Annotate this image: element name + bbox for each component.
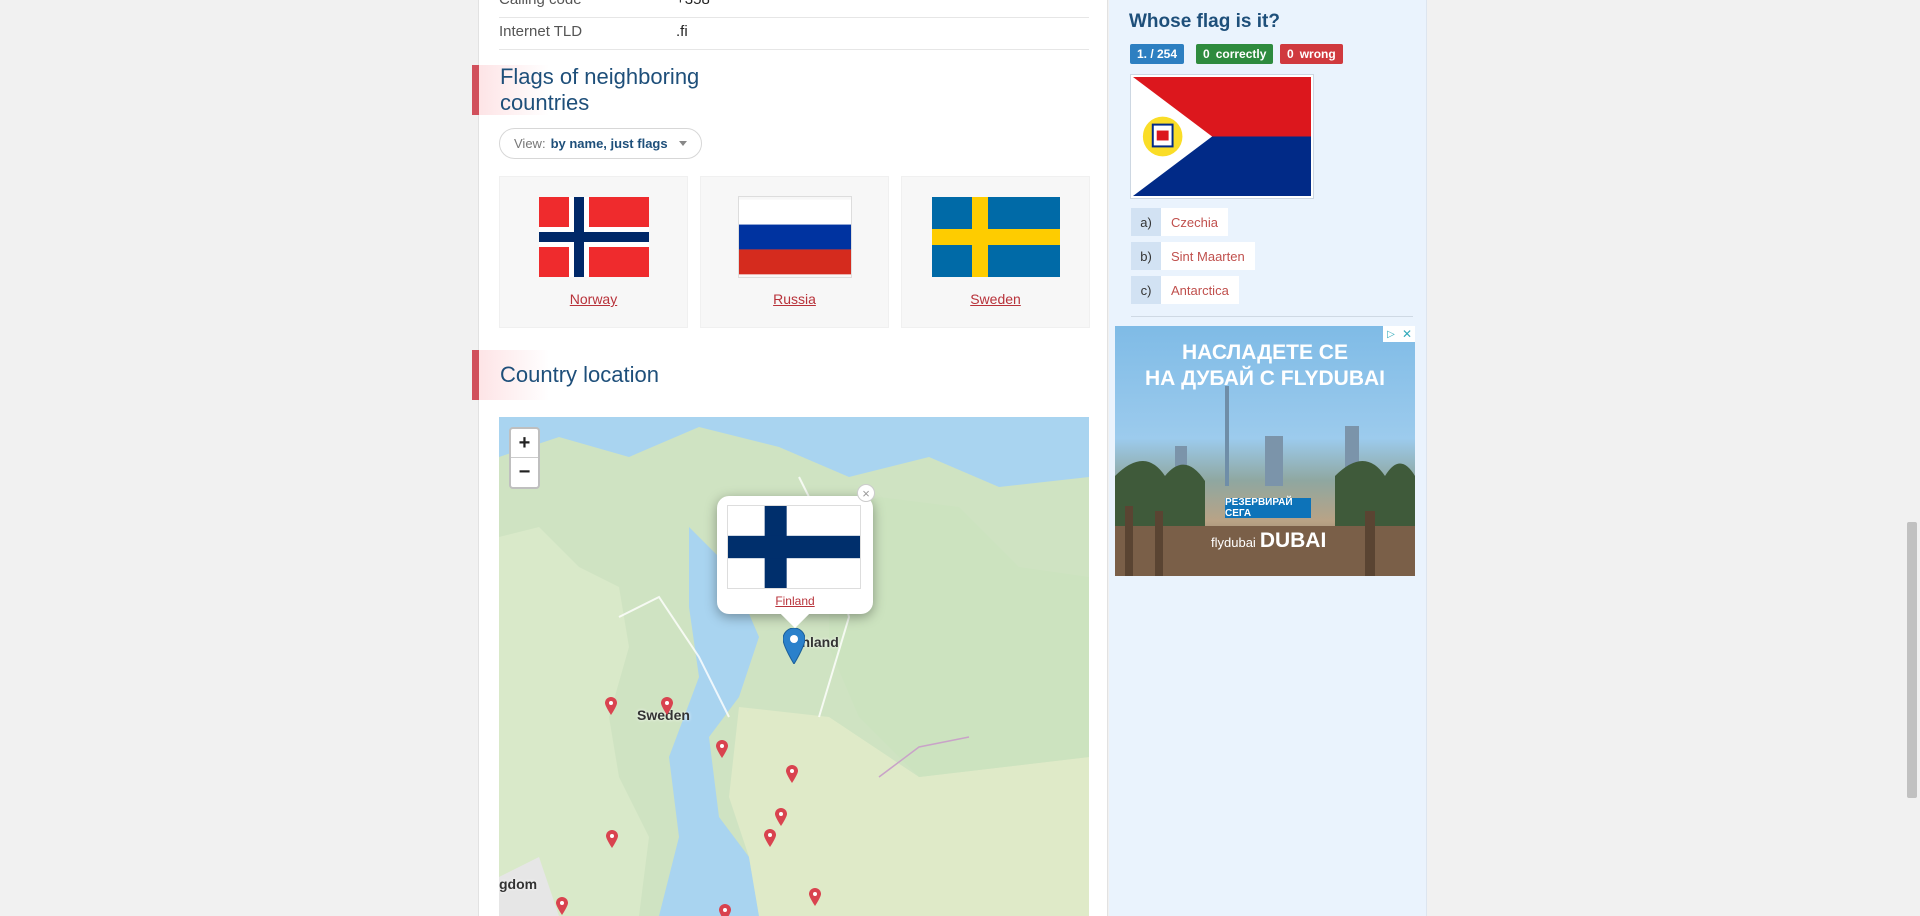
advertisement[interactable]: НАСЛАДЕТЕ СЕ НА ДУБАЙ С FLYDUBAI РЕЗЕРВИ… bbox=[1115, 326, 1415, 576]
map-marker-icon[interactable] bbox=[605, 697, 617, 715]
section-heading-location: Country location bbox=[472, 350, 792, 400]
ad-cta-button[interactable]: РЕЗЕРВИРАЙ СЕГА bbox=[1225, 497, 1311, 519]
neighbor-card-sweden[interactable]: Sweden bbox=[901, 176, 1090, 328]
progress-badge: 1. / 254 bbox=[1130, 44, 1185, 64]
divider bbox=[1131, 316, 1413, 317]
neighbor-card-norway[interactable]: Norway bbox=[499, 176, 688, 328]
adchoices-icon[interactable]: ▷ bbox=[1383, 326, 1399, 342]
section-title: Country location bbox=[500, 362, 659, 387]
zoom-in-button[interactable]: + bbox=[511, 429, 538, 458]
scrollbar-thumb[interactable] bbox=[1907, 522, 1917, 798]
section-accent bbox=[472, 65, 479, 115]
ad-close-icon[interactable]: ✕ bbox=[1399, 326, 1415, 342]
ad-headline: НАСЛАДЕТЕ СЕ НА ДУБАЙ С FLYDUBAI bbox=[1144, 341, 1386, 390]
view-label: View: bbox=[514, 136, 546, 151]
main-content: Calling code +358 Internet TLD .fi Flags… bbox=[472, 0, 1108, 916]
map-marker-icon[interactable] bbox=[661, 697, 673, 715]
map-marker-icon[interactable] bbox=[716, 740, 728, 758]
section-heading-neighbors: Flags of neighboring countries bbox=[472, 64, 792, 115]
popup-country-link[interactable]: Finland bbox=[717, 594, 873, 608]
quiz-sidebar: Whose flag is it? 1. / 254 0 correctly 0… bbox=[1109, 0, 1427, 916]
correct-badge: 0 correctly bbox=[1196, 44, 1274, 64]
selected-marker-icon[interactable] bbox=[783, 628, 805, 664]
country-map[interactable]: + − Finland Sweden gdom × Finland bbox=[499, 417, 1089, 916]
map-marker-icon[interactable] bbox=[775, 808, 787, 826]
info-label: Calling code bbox=[499, 0, 676, 8]
chevron-down-icon bbox=[678, 141, 687, 146]
section-accent bbox=[472, 350, 479, 400]
quiz-option-c[interactable]: c) Antarctica bbox=[1131, 276, 1239, 304]
map-popup: × Finland bbox=[717, 484, 875, 629]
ad-brand: flydubai DUBAI bbox=[1211, 529, 1327, 552]
zoom-out-button[interactable]: − bbox=[511, 458, 538, 487]
quiz-title: Whose flag is it? bbox=[1129, 11, 1280, 32]
flag-russia-icon bbox=[738, 196, 852, 278]
map-marker-icon[interactable] bbox=[556, 897, 568, 915]
info-value: +358 bbox=[676, 0, 710, 8]
map-marker-icon[interactable] bbox=[764, 829, 776, 847]
quiz-option-a[interactable]: a) Czechia bbox=[1131, 208, 1228, 236]
map-label-kingdom: gdom bbox=[499, 876, 538, 892]
section-title: Flags of neighboring countries bbox=[499, 64, 700, 115]
info-value: .fi bbox=[676, 23, 688, 40]
flag-norway-icon bbox=[539, 197, 649, 277]
map-tiles bbox=[499, 427, 1089, 916]
info-row-internet-tld: Internet TLD .fi bbox=[499, 14, 1089, 50]
flag-finland-icon bbox=[727, 505, 861, 589]
info-label: Internet TLD bbox=[499, 23, 583, 40]
neighbor-link[interactable]: Russia bbox=[701, 291, 888, 307]
neighbor-link[interactable]: Norway bbox=[500, 291, 687, 307]
neighbor-card-russia[interactable]: Russia bbox=[700, 176, 889, 328]
popup-close-button[interactable]: × bbox=[857, 484, 875, 502]
flag-sweden-icon bbox=[932, 197, 1060, 277]
wrong-badge: 0 wrong bbox=[1280, 44, 1343, 64]
map-marker-icon[interactable] bbox=[786, 765, 798, 783]
page-scrollbar[interactable] bbox=[1904, 0, 1920, 916]
zoom-control: + − bbox=[509, 427, 540, 489]
quiz-option-b[interactable]: b) Sint Maarten bbox=[1131, 242, 1255, 270]
neighbor-link[interactable]: Sweden bbox=[902, 291, 1089, 307]
map-marker-icon[interactable] bbox=[719, 904, 731, 916]
map-marker-icon[interactable] bbox=[809, 888, 821, 906]
map-marker-icon[interactable] bbox=[606, 830, 618, 848]
flag-sint-maarten-icon bbox=[1131, 75, 1313, 198]
view-select[interactable]: View: by name, just flags bbox=[499, 128, 702, 159]
view-value: by name, just flags bbox=[550, 136, 668, 151]
